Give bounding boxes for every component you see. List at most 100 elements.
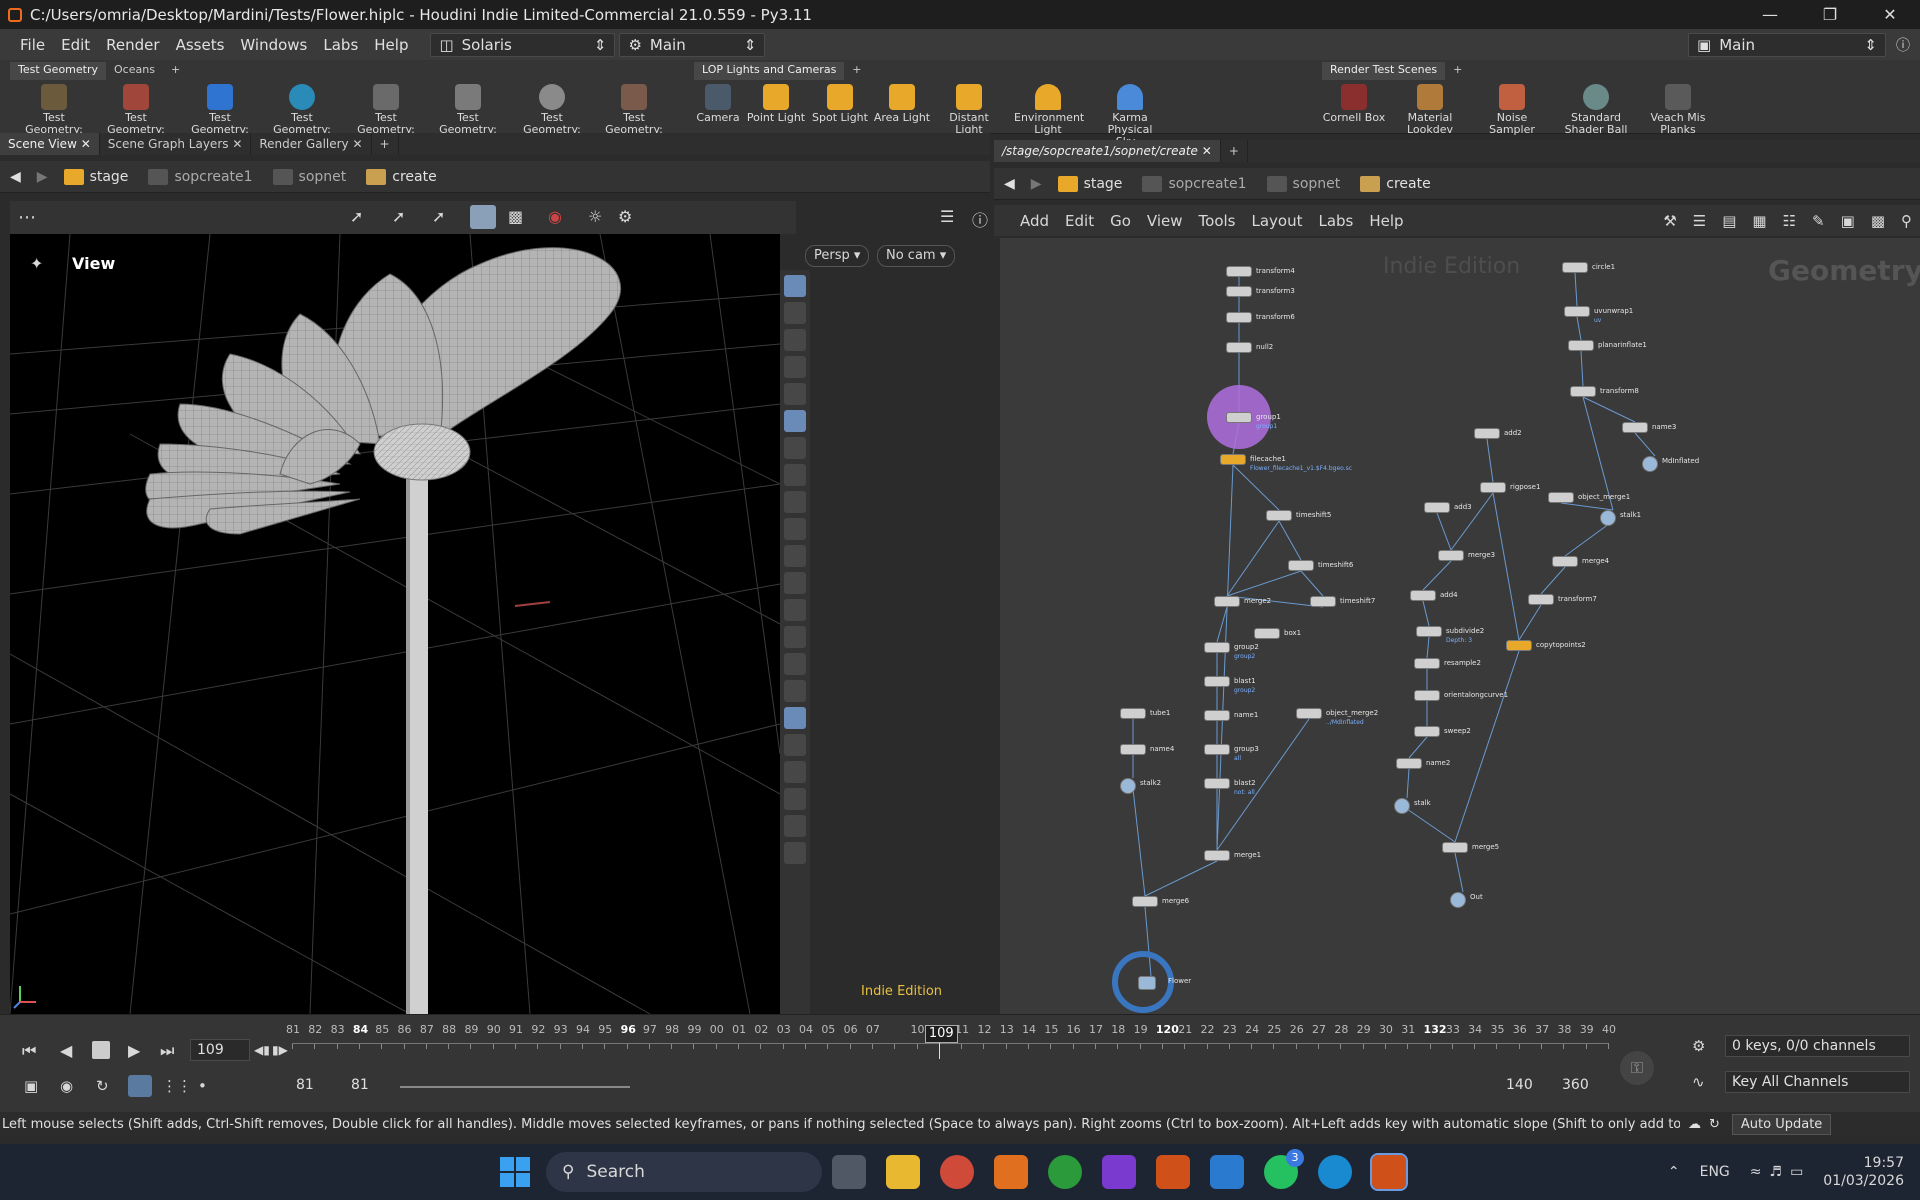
whatsapp-icon[interactable]: 3 <box>1264 1149 1304 1189</box>
node-add4[interactable] <box>1410 590 1436 601</box>
table-icon[interactable]: ☷ <box>1775 212 1804 230</box>
tool-standard-shader-ball[interactable]: Standard Shader Ball <box>1562 84 1630 136</box>
add-shelf-tab-icon[interactable]: + <box>844 62 869 80</box>
measure-icon[interactable] <box>784 653 806 675</box>
camera-dropdown[interactable]: No cam ▾ <box>877 245 956 267</box>
checker-icon[interactable] <box>784 734 806 756</box>
houdini-active-icon[interactable] <box>1370 1153 1408 1191</box>
crumb-sopcreate1[interactable]: sopcreate1 <box>138 163 262 191</box>
close-button[interactable]: ✕ <box>1860 5 1920 24</box>
step-back-icon[interactable]: ◀▮ <box>254 1043 270 1057</box>
chevron-up-icon[interactable]: ⌃ <box>1668 1164 1680 1180</box>
view-tool-icon[interactable] <box>470 205 496 229</box>
context-dropdown[interactable]: ⚙ Main ⇕ <box>619 32 766 57</box>
node-transform4[interactable] <box>1226 266 1252 277</box>
node-box1[interactable] <box>1254 628 1280 639</box>
crumb-stage[interactable]: stage <box>54 163 139 191</box>
tool-karma-physical-sky[interactable]: Karma Physical Sky... <box>1096 84 1164 148</box>
chrome-icon[interactable] <box>940 1155 974 1189</box>
node-group2[interactable] <box>1204 642 1230 653</box>
image-icon[interactable]: ▣ <box>1833 212 1863 230</box>
node-object_merge2[interactable] <box>1296 708 1322 719</box>
clock[interactable]: 19:57 01/03/2026 <box>1823 1154 1904 1190</box>
houdini-icon[interactable] <box>1156 1155 1190 1189</box>
node-uvunwrap1[interactable] <box>1564 306 1590 317</box>
crumb-sopcreate1[interactable]: sopcreate1 <box>1132 170 1256 198</box>
node-transform8[interactable] <box>1570 386 1596 397</box>
menu-labs[interactable]: Labs <box>1310 212 1361 230</box>
step-forward-icon[interactable]: ▮▶ <box>272 1043 288 1057</box>
xbox-icon[interactable] <box>1048 1155 1082 1189</box>
node-stalk2[interactable] <box>1120 778 1136 794</box>
tool-distant-light[interactable]: Distant Light <box>935 84 1003 136</box>
background-icon[interactable] <box>784 707 806 729</box>
node-transform7[interactable] <box>1528 594 1554 605</box>
restore-button[interactable]: ❐ <box>1800 5 1860 24</box>
node-tube1[interactable] <box>1120 708 1146 719</box>
camera-icon[interactable] <box>784 464 806 486</box>
transform-tool-icon[interactable]: ➚ <box>392 207 405 226</box>
node-merge3[interactable] <box>1438 550 1464 561</box>
node-orientalongcurve1[interactable] <box>1414 690 1440 701</box>
snapshot-icon[interactable]: ▩ <box>508 207 523 226</box>
crumb-create[interactable]: create <box>356 163 446 191</box>
node-circle1[interactable] <box>1562 262 1588 273</box>
point-icon[interactable] <box>784 518 806 540</box>
menu-file[interactable]: File <box>12 36 53 54</box>
folder-icon[interactable]: ▩ <box>1863 212 1893 230</box>
desktop-dropdown[interactable]: ◫ Solaris ⇕ <box>430 32 616 57</box>
play-icon[interactable]: ▶ <box>128 1041 140 1060</box>
grid-menu-icon[interactable]: ⋯ <box>18 207 36 228</box>
camera-flash-icon[interactable]: ☼ <box>588 207 602 226</box>
range-slider-track[interactable] <box>400 1086 630 1088</box>
select-tool-icon[interactable]: ➚ <box>350 207 363 226</box>
node-planarinflate1[interactable] <box>1568 340 1594 351</box>
node-blast2[interactable] <box>1204 778 1230 789</box>
crumb-sopnet[interactable]: sopnet <box>263 163 357 191</box>
node-Flower[interactable] <box>1138 976 1156 990</box>
frame-field[interactable]: 109 <box>190 1039 250 1061</box>
record-icon[interactable]: ◉ <box>548 207 562 226</box>
add-tab-icon[interactable]: + <box>1221 140 1248 162</box>
menu-windows[interactable]: Windows <box>232 36 315 54</box>
taskbar-search[interactable]: ⚲ Search <box>546 1152 822 1192</box>
shelf-tab-render-test-scenes[interactable]: Render Test Scenes <box>1322 62 1446 80</box>
add-shelf-tab-icon[interactable]: + <box>163 62 188 80</box>
jump-end-icon[interactable]: ⏭ <box>160 1041 174 1061</box>
back-arrow-icon[interactable]: ◀ <box>994 176 1025 192</box>
forward-arrow-icon[interactable]: ▶ <box>1025 176 1048 192</box>
refresh-icon[interactable]: ↻ <box>1709 1117 1720 1132</box>
menu-render[interactable]: Render <box>98 36 167 54</box>
key-icon[interactable]: ⚿ <box>1620 1051 1654 1085</box>
display-icon[interactable] <box>784 437 806 459</box>
shelf-tab-lop-lights[interactable]: LOP Lights and Cameras <box>694 62 845 80</box>
snap-icon[interactable] <box>784 383 806 405</box>
render-icon[interactable] <box>784 491 806 513</box>
wrench-icon[interactable]: ⚒ <box>1655 212 1684 230</box>
tree-icon[interactable]: ☰ <box>1685 212 1714 230</box>
node-merge4[interactable] <box>1552 556 1578 567</box>
node-stalk1[interactable] <box>1600 510 1616 526</box>
scene-viewport[interactable] <box>10 234 780 1014</box>
node-copytopoints2[interactable] <box>1506 640 1532 651</box>
crumb-stage[interactable]: stage <box>1048 170 1133 198</box>
node-subdivide2[interactable] <box>1416 626 1442 637</box>
crumb-create[interactable]: create <box>1350 170 1440 198</box>
tool-material-lookdev[interactable]: Material Lookdev <box>1396 84 1464 136</box>
tab-render-gallery[interactable]: Render Gallery ✕ <box>251 133 372 155</box>
node-sweep2[interactable] <box>1414 726 1440 737</box>
pen-icon[interactable] <box>784 572 806 594</box>
node-object_merge1[interactable] <box>1548 492 1574 503</box>
tab-scene-graph-layers[interactable]: Scene Graph Layers ✕ <box>100 133 252 155</box>
grid-icon[interactable]: ▦ <box>1744 212 1774 230</box>
tool-area-light[interactable]: Area Light <box>868 84 936 124</box>
tool-cornell-box[interactable]: Cornell Box <box>1320 84 1388 124</box>
node-name1[interactable] <box>1204 710 1230 721</box>
menu-labs[interactable]: Labs <box>315 36 366 54</box>
node-merge6[interactable] <box>1132 896 1158 907</box>
play-reverse-icon[interactable]: ◀ <box>60 1041 72 1060</box>
keys-icon[interactable]: ⋮⋮ <box>162 1077 192 1095</box>
node-name4[interactable] <box>1120 744 1146 755</box>
node-merge2[interactable] <box>1214 596 1240 607</box>
volume-icon[interactable]: ♬ <box>1770 1164 1783 1180</box>
